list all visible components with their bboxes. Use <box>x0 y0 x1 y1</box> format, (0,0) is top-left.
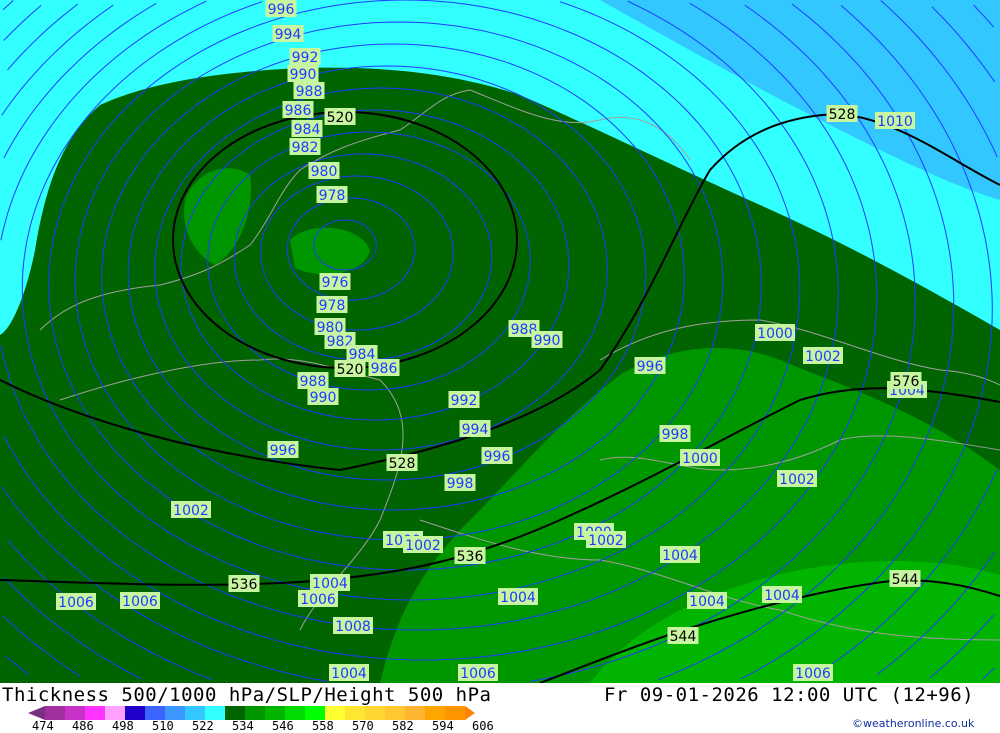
legend-tick: 498 <box>112 719 134 733</box>
isobar-label: 1010 <box>877 114 913 130</box>
isobar-label: 1002 <box>173 503 209 519</box>
legend-swatch <box>205 706 225 720</box>
weather-map: 9969949929909889869849829809789769789809… <box>0 0 1000 683</box>
isobar-label: 1004 <box>500 590 536 606</box>
isobar-label: 1000 <box>682 451 718 467</box>
color-legend <box>28 706 475 720</box>
legend-swatch <box>325 706 345 720</box>
isobar-label: 988 <box>296 84 323 100</box>
legend-tick: 510 <box>152 719 174 733</box>
thickness-label: 528 <box>389 456 416 472</box>
isobar-label: 1004 <box>689 594 725 610</box>
legend-tick: 558 <box>312 719 334 733</box>
isobar-label: 1002 <box>779 472 815 488</box>
isobar-label: 1000 <box>757 326 793 342</box>
isobar-label: 1006 <box>122 594 158 610</box>
isobar-label: 1004 <box>312 576 348 592</box>
isobar-label: 996 <box>637 359 664 375</box>
legend-tick: 474 <box>32 719 54 733</box>
isobar-label: 980 <box>311 164 338 180</box>
isobar-label: 1006 <box>460 666 496 682</box>
thickness-label: 536 <box>457 549 484 565</box>
legend-swatch <box>265 706 285 720</box>
legend-arrow-right <box>465 706 475 720</box>
credit-link[interactable]: ©weatheronline.co.uk <box>852 717 974 730</box>
isobar-label: 994 <box>275 27 302 43</box>
legend-swatch <box>65 706 85 720</box>
legend-ticks: 474 486 498 510 522 534 546 558 570 582 594 606 <box>30 720 510 733</box>
isobar-label: 984 <box>294 122 321 138</box>
map-title: Thickness 500/1000 hPa/SLP/Height 500 hP… <box>2 684 492 706</box>
legend-tick: 546 <box>272 719 294 733</box>
isobar-label: 998 <box>662 427 689 443</box>
isobar-label: 982 <box>292 140 319 156</box>
legend-swatch <box>285 706 305 720</box>
isobar-label: 1006 <box>795 666 831 682</box>
isobar-label: 998 <box>447 476 474 492</box>
isobar-label: 986 <box>371 361 398 377</box>
isobar-label: 1002 <box>405 538 441 554</box>
isobar-label: 1002 <box>588 533 624 549</box>
legend-swatch <box>385 706 405 720</box>
legend-swatch <box>125 706 145 720</box>
isobar-label: 996 <box>484 449 511 465</box>
legend-swatch <box>445 706 465 720</box>
isobar-label: 978 <box>319 188 346 204</box>
legend-tick: 570 <box>352 719 374 733</box>
isobar-label: 990 <box>534 333 561 349</box>
legend-tick: 534 <box>232 719 254 733</box>
legend-swatch <box>365 706 385 720</box>
isobar-label: 1002 <box>805 349 841 365</box>
isobar-label: 986 <box>285 103 312 119</box>
legend-swatch <box>225 706 245 720</box>
thickness-label: 544 <box>892 572 919 588</box>
isobar-label: 1004 <box>764 588 800 604</box>
legend-tick: 606 <box>472 719 494 733</box>
isobar-label: 994 <box>462 422 489 438</box>
thickness-label: 520 <box>327 110 354 126</box>
thickness-label: 544 <box>670 629 697 645</box>
legend-swatch <box>405 706 425 720</box>
isobar-label: 976 <box>322 275 349 291</box>
legend-swatch <box>85 706 105 720</box>
legend-swatch <box>105 706 125 720</box>
isobar-label: 990 <box>310 390 337 406</box>
legend-swatch <box>305 706 325 720</box>
isobar-label: 992 <box>292 50 319 66</box>
isobar-label: 996 <box>268 2 295 18</box>
isobar-label: 990 <box>290 67 317 83</box>
thickness-label: 576 <box>893 374 920 390</box>
isobar-label: 992 <box>451 393 478 409</box>
legend-swatch <box>165 706 185 720</box>
valid-time: Fr 09-01-2026 12:00 UTC (12+96) <box>604 684 975 706</box>
thickness-label: 520 <box>337 362 364 378</box>
isobar-label: 1004 <box>662 548 698 564</box>
legend-swatch <box>425 706 445 720</box>
legend-tick: 594 <box>432 719 454 733</box>
legend-tick: 522 <box>192 719 214 733</box>
legend-swatch <box>185 706 205 720</box>
isobar-label: 996 <box>270 443 297 459</box>
isobar-label: 1006 <box>300 592 336 608</box>
legend-swatch <box>45 706 65 720</box>
legend-tick: 582 <box>392 719 414 733</box>
thickness-label: 528 <box>829 107 856 123</box>
legend-arrow-left <box>28 706 45 720</box>
isobar-label: 978 <box>319 298 346 314</box>
legend-swatch <box>345 706 365 720</box>
legend-tick: 486 <box>72 719 94 733</box>
legend-swatch <box>145 706 165 720</box>
thickness-label: 536 <box>231 577 258 593</box>
legend-swatch <box>245 706 265 720</box>
isobar-label: 1008 <box>335 619 371 635</box>
isobar-label: 1004 <box>331 666 367 682</box>
isobar-label: 988 <box>300 374 327 390</box>
isobar-label: 1006 <box>58 595 94 611</box>
